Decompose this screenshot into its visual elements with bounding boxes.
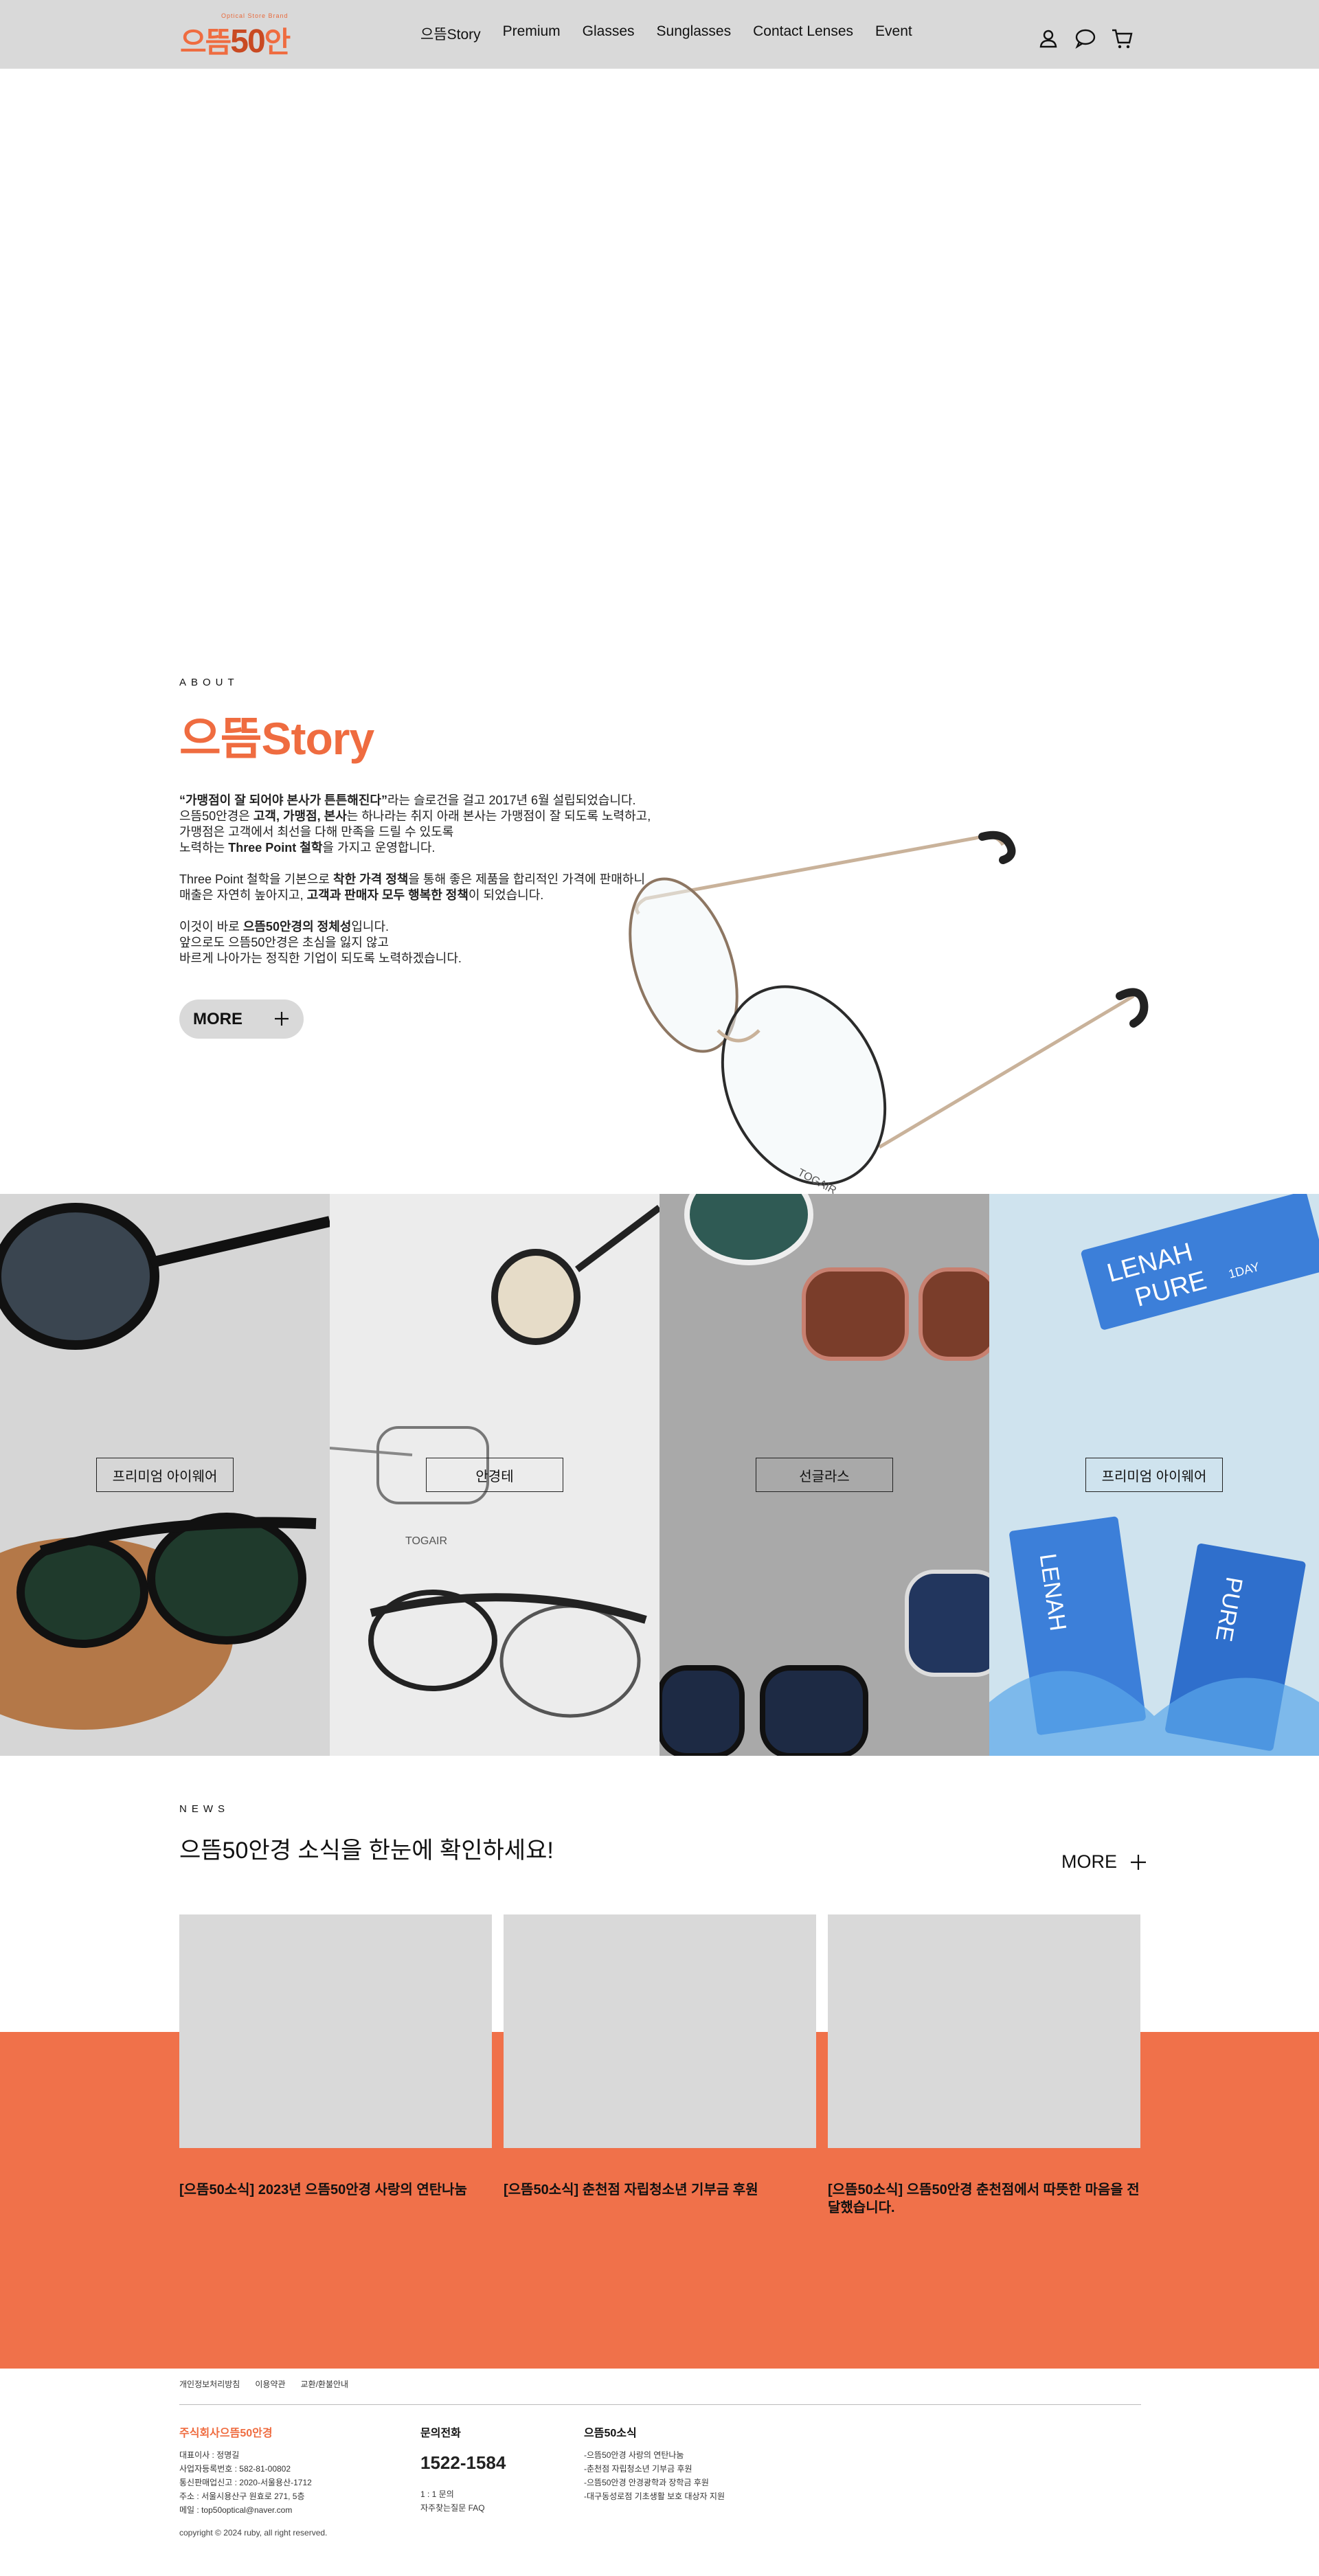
company-line: 주소 : 서울시용산구 원효로 271, 5층 — [179, 2492, 305, 2501]
header-icons — [1024, 26, 1135, 51]
contact-phone[interactable]: 1522-1584 — [420, 2452, 506, 2474]
news-card-title: [으뜸50소식] 으뜸50안경 춘천점에서 따뜻한 마음을 전달했습니다. — [828, 2182, 1140, 2215]
logo-tagline: Optical Store Brand — [221, 12, 289, 19]
nav-sunglasses[interactable]: Sunglasses — [657, 23, 732, 44]
news-card-title: [으뜸50소식] 2023년 으뜸50안경 사랑의 연탄나눔 — [179, 2182, 467, 2197]
footer-links: 개인정보처리방침 이용약관 교환/환불안내 — [179, 2378, 363, 2390]
privacy-policy-link[interactable]: 개인정보처리방침 — [179, 2378, 240, 2390]
news-thumbnail — [828, 1914, 1140, 2148]
company-line: 통신판매업신고 : 2020-서울용산-1712 — [179, 2478, 312, 2487]
about-eyebrow: ABOUT — [179, 677, 239, 688]
faq-link[interactable]: 자주찾는질문 FAQ — [420, 2501, 506, 2515]
one-to-one-inquiry-link[interactable]: 1 : 1 문의 — [420, 2487, 506, 2501]
company-line: 대표이사 : 정명길 — [179, 2450, 240, 2460]
footer-divider — [179, 2404, 1141, 2405]
contact-title: 문의전화 — [420, 2428, 461, 2439]
nav-story[interactable]: 으뜸Story — [420, 23, 481, 44]
news-eyebrow: NEWS — [179, 1803, 229, 1815]
plus-icon — [275, 1012, 289, 1026]
refund-policy-link[interactable]: 교환/환불안내 — [301, 2378, 349, 2390]
footer-news-link[interactable]: -으뜸50안경 사랑의 연탄나눔 — [584, 2448, 725, 2462]
footer-news-link[interactable]: -춘천점 자립청소년 기부금 후원 — [584, 2462, 725, 2476]
news-card[interactable]: [으뜸50소식] 으뜸50안경 춘천점에서 따뜻한 마음을 전달했습니다. — [828, 1914, 1140, 2217]
tile-caption: 안경테 — [426, 1458, 563, 1492]
copyright: copyright © 2024 ruby, all right reserve… — [179, 2528, 328, 2538]
about-more-label: MORE — [193, 1009, 243, 1028]
about-more-button[interactable]: MORE — [179, 999, 304, 1039]
news-more-label: MORE — [1061, 1851, 1117, 1872]
news-card[interactable]: [으뜸50소식] 2023년 으뜸50안경 사랑의 연탄나눔 — [179, 1914, 492, 2217]
company-line: 메일 : top50optical@naver.com — [179, 2505, 293, 2515]
news-section: NEWS 으뜸50안경 소식을 한눈에 확인하세요! — [179, 1803, 554, 1865]
news-more-button[interactable]: MORE — [1061, 1851, 1147, 1873]
tile-contact-lenses[interactable]: LENAH PURE 1DAY LENAH PURE 프리미엄 아이웨어 — [989, 1194, 1319, 1756]
about-title: 으뜸Story — [179, 713, 374, 764]
cart-icon[interactable] — [1110, 26, 1135, 51]
company-line: 사업자등록번호 : 582-81-00802 — [179, 2464, 291, 2474]
main-nav: 으뜸Story Premium Glasses Sunglasses Conta… — [420, 23, 934, 44]
frame-engraving: TOGAIR — [405, 1535, 447, 1547]
footer-news-title: 으뜸50소식 — [584, 2428, 637, 2439]
plus-icon — [1131, 1854, 1146, 1870]
tile-caption: 프리미엄 아이웨어 — [1085, 1458, 1223, 1492]
tile-caption: 선글라스 — [756, 1458, 893, 1492]
company-name: 주식회사으뜸50안경 — [179, 2428, 273, 2439]
tile-premium-eyewear[interactable]: 프리미엄 아이웨어 — [0, 1194, 330, 1756]
nav-contact-lenses[interactable]: Contact Lenses — [753, 23, 853, 44]
terms-link[interactable]: 이용약관 — [255, 2378, 285, 2390]
footer-news-link[interactable]: -대구동성로점 기초생활 보호 대상자 지원 — [584, 2489, 725, 2503]
nav-glasses[interactable]: Glasses — [583, 23, 635, 44]
chat-icon[interactable] — [1073, 26, 1098, 51]
news-thumbnail — [179, 1914, 492, 2148]
footer-news: 으뜸50소식 -으뜸50안경 사랑의 연탄나눔 -춘천점 자립청소년 기부금 후… — [584, 2424, 725, 2503]
footer-news-link[interactable]: -으뜸50안경 안경광학과 장학금 후원 — [584, 2476, 725, 2489]
eyeglasses-image: TOGAIR — [629, 831, 1149, 1197]
tile-caption: 프리미엄 아이웨어 — [96, 1458, 234, 1492]
nav-event[interactable]: Event — [875, 23, 912, 44]
news-card-title: [으뜸50소식] 춘천점 자립청소년 기부금 후원 — [504, 2182, 758, 2197]
user-icon[interactable] — [1036, 26, 1061, 51]
footer-company: 주식회사으뜸50안경 대표이사 : 정명길 사업자등록번호 : 582-81-0… — [179, 2424, 312, 2517]
news-title: 으뜸50안경 소식을 한눈에 확인하세요! — [179, 1838, 554, 1864]
nav-premium[interactable]: Premium — [503, 23, 561, 44]
footer-contact: 문의전화 1522-1584 1 : 1 문의 자주찾는질문 FAQ — [420, 2424, 506, 2515]
tile-frames[interactable]: TOGAIR 안경테 — [330, 1194, 660, 1756]
logo[interactable]: Optical Store Brand 으뜸50안경 — [180, 12, 304, 100]
tile-sunglasses[interactable]: 선글라스 — [660, 1194, 989, 1756]
news-cards: [으뜸50소식] 2023년 으뜸50안경 사랑의 연탄나눔 [으뜸50소식] … — [179, 1914, 1152, 2217]
category-tiles: 프리미엄 아이웨어 TOGAIR 안경테 선글라스 LENAH PURE 1DA… — [0, 1194, 1319, 1756]
hero-banner — [0, 69, 1319, 673]
news-thumbnail — [504, 1914, 816, 2148]
news-card[interactable]: [으뜸50소식] 춘천점 자립청소년 기부금 후원 — [504, 1914, 816, 2217]
